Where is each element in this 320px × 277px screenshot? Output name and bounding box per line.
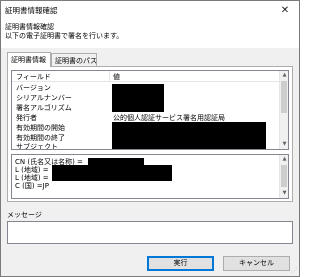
resize-grip-icon[interactable]: ⋰: [291, 267, 297, 274]
field-name: バージョン: [16, 84, 51, 92]
field-name: シリアルナンバー: [16, 94, 72, 102]
detail-box-scrollbar[interactable]: ▲ ▼: [279, 155, 288, 198]
field-name: サブジェクト: [16, 143, 58, 150]
execute-button[interactable]: 実行: [147, 256, 214, 271]
header-description: 以下の電子証明書で署名を行います。: [5, 32, 124, 40]
close-button[interactable]: ✕: [271, 1, 299, 19]
detail-line: C (国) =JP: [15, 182, 49, 190]
scrollbar-thumb[interactable]: [281, 81, 287, 113]
window-title: 証明書情報確認: [5, 6, 58, 15]
scrollbar-thumb[interactable]: [281, 165, 287, 187]
scroll-down-arrow-icon[interactable]: ▼: [280, 189, 288, 198]
tab-certificate-info[interactable]: 証明書情報: [7, 52, 51, 67]
field-detail-box[interactable]: CN (氏名又は名称) = L (地域) = L (地域) = C (国) =J…: [11, 154, 289, 199]
tab-panel-certificate-info: フィールド 値 バージョン シリアルナンバー 署名アルゴリズム 発行者 公的個人…: [7, 66, 293, 202]
certificate-dialog: 証明書情報確認 ✕ 証明書情報確認 以下の電子証明書で署名を行います。 証明書情…: [0, 0, 300, 277]
redacted-value-block: [52, 165, 172, 181]
scroll-up-arrow-icon[interactable]: ▲: [280, 71, 288, 80]
field-name: 有効期間の開始: [16, 124, 65, 132]
column-header-value[interactable]: 値: [113, 72, 120, 82]
close-icon: ✕: [280, 4, 290, 16]
dialog-header: 証明書情報確認 以下の電子証明書で署名を行います。: [1, 19, 299, 48]
field-name: 発行者: [16, 114, 37, 122]
tab-certificate-path[interactable]: 証明書のパス: [51, 53, 97, 67]
certificate-fields-list[interactable]: フィールド 値 バージョン シリアルナンバー 署名アルゴリズム 発行者 公的個人…: [11, 70, 289, 150]
message-input[interactable]: [7, 221, 293, 244]
column-header-field[interactable]: フィールド: [16, 72, 51, 82]
fields-list-header: フィールド 値: [12, 71, 280, 82]
redacted-value-block: [112, 122, 266, 149]
redacted-value-block: [112, 84, 164, 112]
cancel-button[interactable]: キャンセル: [223, 256, 290, 271]
fields-list-scrollbar[interactable]: ▲ ▼: [279, 71, 288, 149]
message-label: メッセージ: [7, 211, 42, 219]
scroll-up-arrow-icon[interactable]: ▲: [280, 155, 288, 164]
scroll-down-arrow-icon[interactable]: ▼: [280, 140, 288, 149]
column-divider[interactable]: [109, 71, 110, 82]
title-bar: 証明書情報確認 ✕: [1, 1, 299, 19]
field-name: 署名アルゴリズム: [16, 104, 72, 112]
